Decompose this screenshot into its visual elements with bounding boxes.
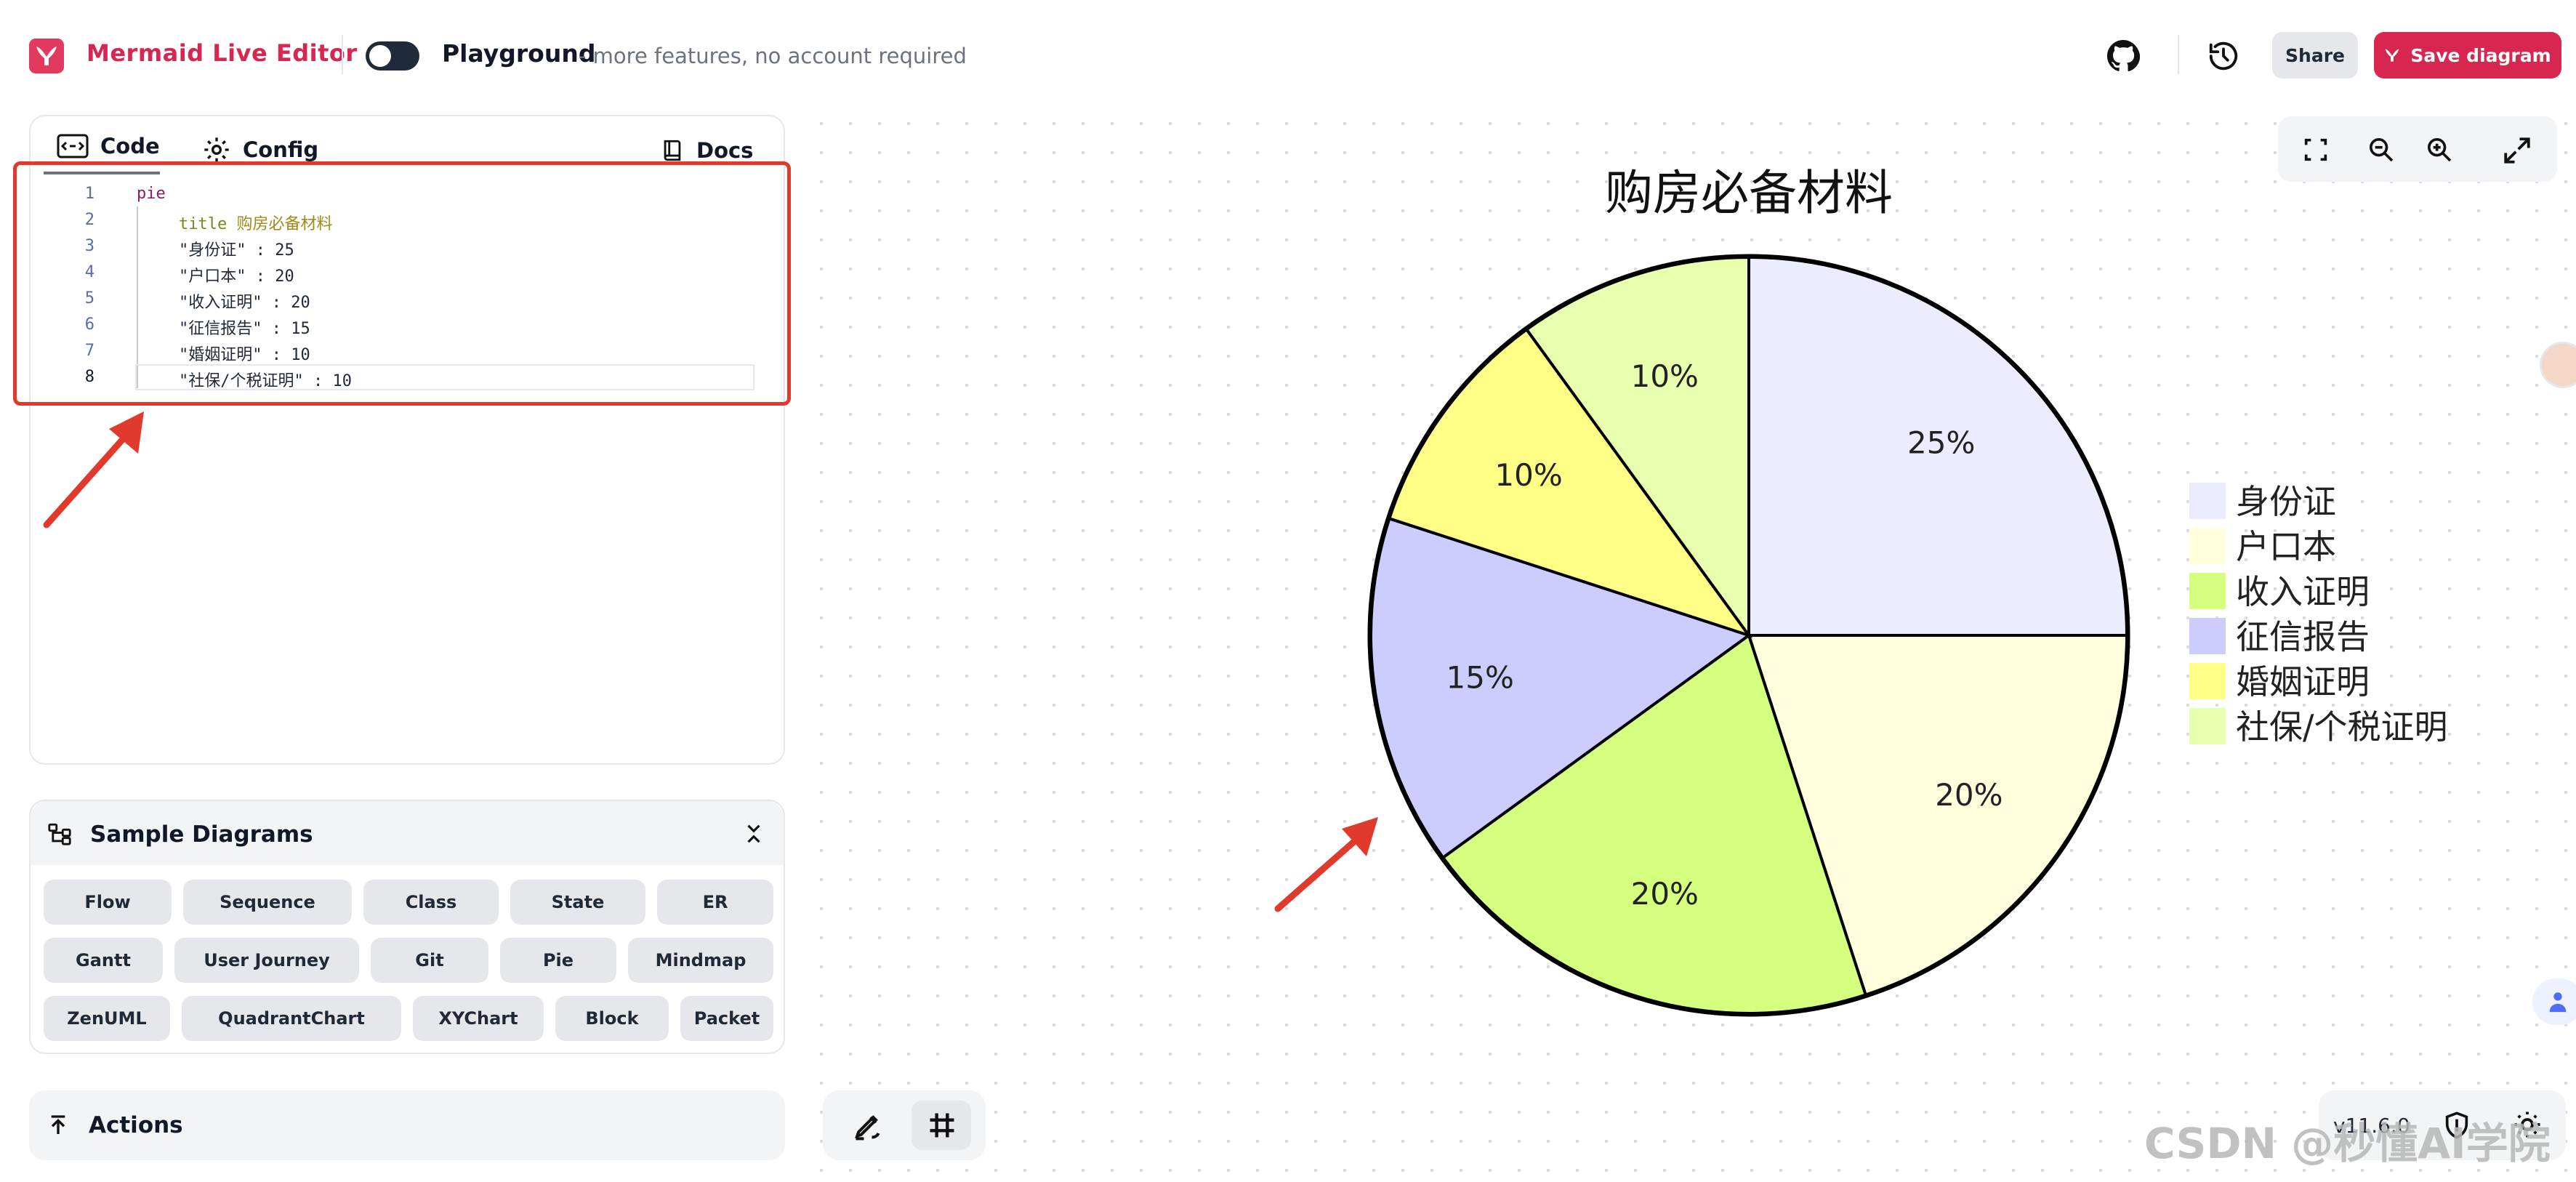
history-icon[interactable] (2207, 39, 2240, 73)
mermaid-logo-icon[interactable] (29, 39, 64, 73)
sample-diagrams-header[interactable]: Sample Diagrams (31, 801, 784, 865)
book-icon (664, 140, 681, 161)
app-title[interactable]: Mermaid Live Editor (86, 39, 358, 67)
legend-swatch (2189, 573, 2226, 609)
pie-slice-label: 15% (1446, 660, 1514, 696)
actions-panel[interactable]: Actions (29, 1090, 785, 1160)
canvas-tools (823, 1090, 986, 1160)
sample-mindmap-button[interactable]: Mindmap (628, 938, 773, 983)
person-icon (2549, 992, 2567, 1013)
legend-swatch (2189, 528, 2226, 564)
tab-docs-label: Docs (696, 138, 754, 163)
pie-chart: 购房必备材料 25% 20% 20% 15% 10% 10% 身份证户口本收入证明征信报告… (1367, 165, 2448, 1017)
legend-label: 征信报告 (2236, 617, 2370, 656)
tab-config-label: Config (243, 137, 319, 162)
divider (2178, 35, 2179, 74)
gear-icon (204, 137, 229, 162)
sample-diagrams-title: Sample Diagrams (90, 821, 313, 848)
sample-git-button[interactable]: Git (371, 938, 488, 983)
sample-packet-button[interactable]: Packet (680, 996, 773, 1041)
code-icon (57, 134, 89, 158)
playground-subtitle: - more features, no account required (579, 44, 967, 68)
tab-code-label: Code (100, 134, 160, 158)
pie-slices (1369, 255, 2129, 1015)
diagram-icon (48, 823, 71, 845)
grid-icon[interactable] (926, 1109, 958, 1141)
legend-label: 社保/个税证明 (2236, 707, 2448, 747)
sample-quadrantchart-button[interactable]: QuadrantChart (182, 996, 401, 1041)
legend-label: 户口本 (2236, 527, 2336, 566)
sample-flow-button[interactable]: Flow (44, 880, 172, 925)
top-bar: Mermaid Live Editor Playground - more fe… (0, 0, 2576, 109)
share-button[interactable]: Share (2272, 32, 2358, 79)
pie-slice-label: 10% (1494, 457, 1562, 493)
sample-pie-button[interactable]: Pie (500, 938, 616, 983)
annotation-highlight-box (13, 161, 791, 406)
pie-legend: 身份证户口本收入证明征信报告婚姻证明社保/个税证明 (2189, 482, 2448, 747)
legend-swatch (2189, 708, 2226, 744)
mermaid-small-icon (2386, 49, 2399, 62)
pie-slice-label: 25% (1907, 425, 1975, 460)
chart-title: 购房必备材料 (1605, 165, 1893, 221)
arrow-up-icon (51, 1115, 65, 1134)
tab-config[interactable]: Config (202, 135, 318, 164)
github-icon[interactable] (2106, 39, 2140, 73)
sample-user-journey-button[interactable]: User Journey (174, 938, 359, 983)
save-diagram-button[interactable]: Save diagram (2374, 32, 2561, 79)
pie-slice-label: 10% (1631, 358, 1699, 394)
watermark: CSDN @秒懂AI学院 (2144, 1119, 2551, 1168)
pie-slice-label: 20% (1631, 876, 1699, 912)
toggle-knob (369, 45, 391, 67)
tab-docs[interactable]: Docs (660, 137, 753, 164)
actions-label: Actions (89, 1112, 183, 1138)
pie-slice-label: 20% (1935, 777, 2003, 813)
sample-xychart-button[interactable]: XYChart (413, 996, 544, 1041)
save-label: Save diagram (2410, 44, 2551, 66)
sample-sequence-button[interactable]: Sequence (183, 880, 352, 925)
sample-diagrams-panel: Sample Diagrams Flow Sequence Class Stat… (29, 800, 785, 1054)
sample-gantt-button[interactable]: Gantt (44, 938, 163, 983)
edit-pen-icon[interactable] (852, 1109, 884, 1141)
sample-state-button[interactable]: State (510, 880, 645, 925)
sample-block-button[interactable]: Block (555, 996, 669, 1041)
sample-zenuml-button[interactable]: ZenUML (44, 996, 170, 1041)
playground-toggle[interactable] (366, 41, 419, 71)
legend-swatch (2189, 483, 2226, 519)
legend-label: 婚姻证明 (2236, 662, 2370, 701)
chevron-collapse-icon[interactable] (743, 821, 765, 846)
legend-label: 收入证明 (2236, 572, 2370, 611)
tab-code[interactable]: Code (57, 134, 160, 158)
assistant-button[interactable] (2532, 978, 2576, 1025)
sample-er-button[interactable]: ER (657, 880, 773, 925)
divider (342, 35, 343, 74)
legend-swatch (2189, 663, 2226, 699)
legend-label: 身份证 (2236, 482, 2336, 521)
legend-swatch (2189, 618, 2226, 654)
sample-class-button[interactable]: Class (363, 880, 499, 925)
playground-title: Playground (442, 39, 596, 68)
